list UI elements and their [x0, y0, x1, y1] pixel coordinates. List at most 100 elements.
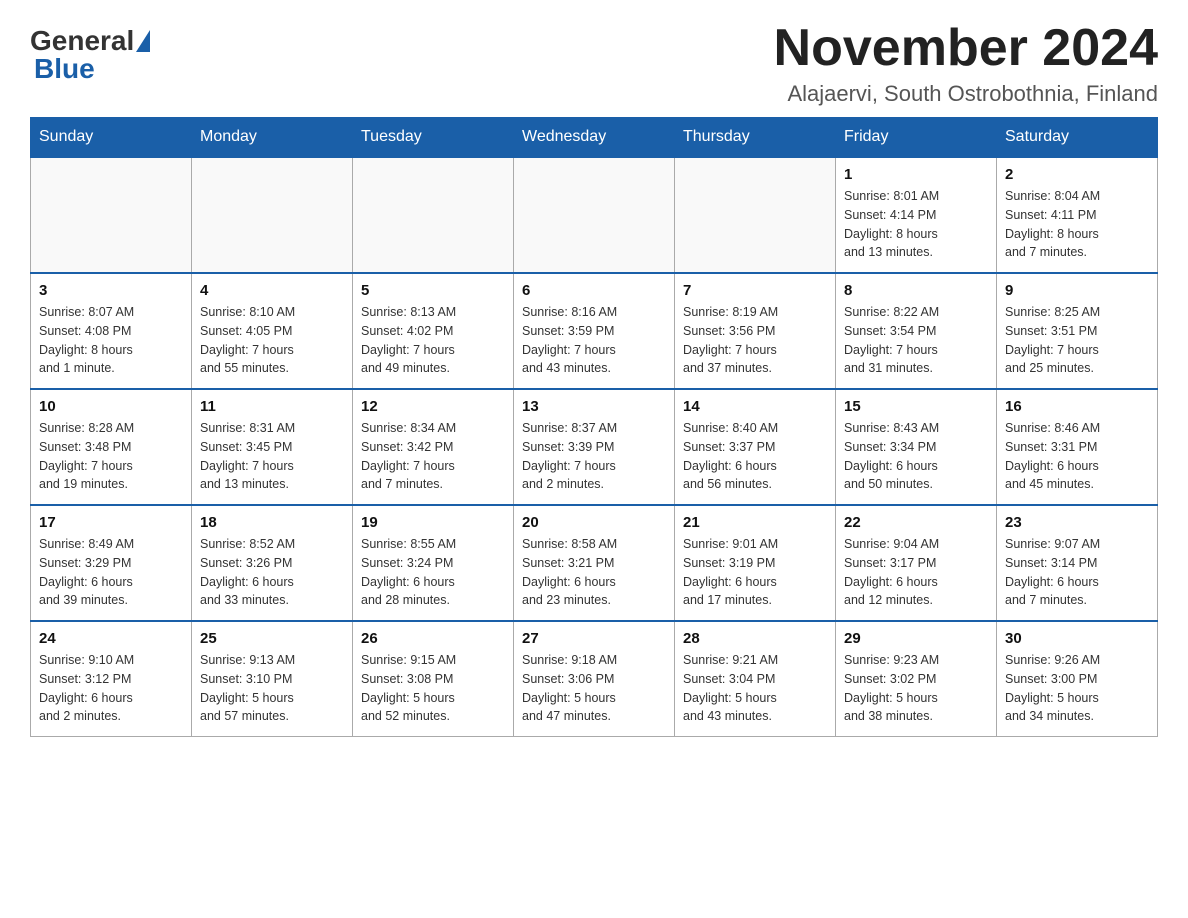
calendar-cell-0-1 — [192, 157, 353, 273]
day-info: Sunrise: 9:10 AMSunset: 3:12 PMDaylight:… — [39, 651, 183, 726]
calendar-subtitle: Alajaervi, South Ostrobothnia, Finland — [774, 81, 1158, 107]
week-row-4: 17 Sunrise: 8:49 AMSunset: 3:29 PMDayligh… — [31, 505, 1158, 621]
calendar-cell-4-0: 24 Sunrise: 9:10 AMSunset: 3:12 PMDayligh… — [31, 621, 192, 737]
day-number: 10 — [39, 398, 183, 415]
logo-blue-text: Blue — [34, 53, 95, 85]
calendar-cell-3-4: 21Sunrise: 9:01 AMSunset: 3:19 PMDayligh… — [675, 505, 836, 621]
day-number: 13 — [522, 398, 666, 415]
week-row-5: 24 Sunrise: 9:10 AMSunset: 3:12 PMDayligh… — [31, 621, 1158, 737]
day-number: 4 — [200, 282, 344, 299]
logo-triangle-icon — [136, 30, 150, 52]
calendar-cell-1-1: 4 Sunrise: 8:10 AMSunset: 4:05 PMDaylight… — [192, 273, 353, 389]
calendar-cell-1-2: 5Sunrise: 8:13 AMSunset: 4:02 PMDaylight… — [353, 273, 514, 389]
calendar-cell-1-6: 9 Sunrise: 8:25 AMSunset: 3:51 PMDaylight… — [997, 273, 1158, 389]
day-info: Sunrise: 8:34 AMSunset: 3:42 PMDaylight:… — [361, 419, 505, 494]
calendar-cell-0-5: 1Sunrise: 8:01 AMSunset: 4:14 PMDaylight… — [836, 157, 997, 273]
day-info: Sunrise: 8:22 AMSunset: 3:54 PMDaylight:… — [844, 303, 988, 378]
week-row-3: 10 Sunrise: 8:28 AMSunset: 3:48 PMDayligh… — [31, 389, 1158, 505]
day-info: Sunrise: 8:31 AMSunset: 3:45 PMDaylight:… — [200, 419, 344, 494]
calendar-cell-3-2: 19 Sunrise: 8:55 AMSunset: 3:24 PMDayligh… — [353, 505, 514, 621]
calendar-header-row: Sunday Monday Tuesday Wednesday Thursday… — [31, 118, 1158, 158]
header-saturday: Saturday — [997, 118, 1158, 158]
calendar-cell-1-4: 7 Sunrise: 8:19 AMSunset: 3:56 PMDaylight… — [675, 273, 836, 389]
calendar-title: November 2024 — [774, 20, 1158, 77]
logo: General Blue — [30, 20, 150, 85]
day-info: Sunrise: 8:52 AMSunset: 3:26 PMDaylight:… — [200, 535, 344, 610]
day-number: 6 — [522, 282, 666, 299]
calendar-cell-0-3 — [514, 157, 675, 273]
day-number: 12 — [361, 398, 505, 415]
day-info: Sunrise: 8:07 AMSunset: 4:08 PMDaylight:… — [39, 303, 183, 378]
calendar-cell-2-3: 13 Sunrise: 8:37 AMSunset: 3:39 PMDayligh… — [514, 389, 675, 505]
day-number: 25 — [200, 630, 344, 647]
header-sunday: Sunday — [31, 118, 192, 158]
day-number: 22 — [844, 514, 988, 531]
title-section: November 2024 Alajaervi, South Ostroboth… — [774, 20, 1158, 107]
day-info: Sunrise: 8:37 AMSunset: 3:39 PMDaylight:… — [522, 419, 666, 494]
day-info: Sunrise: 8:19 AMSunset: 3:56 PMDaylight:… — [683, 303, 827, 378]
calendar-cell-2-2: 12 Sunrise: 8:34 AMSunset: 3:42 PMDayligh… — [353, 389, 514, 505]
day-info: Sunrise: 9:07 AMSunset: 3:14 PMDaylight:… — [1005, 535, 1149, 610]
day-info: Sunrise: 9:15 AMSunset: 3:08 PMDaylight:… — [361, 651, 505, 726]
calendar-cell-4-2: 26 Sunrise: 9:15 AMSunset: 3:08 PMDayligh… — [353, 621, 514, 737]
calendar-cell-4-5: 29 Sunrise: 9:23 AMSunset: 3:02 PMDayligh… — [836, 621, 997, 737]
calendar-cell-3-3: 20 Sunrise: 8:58 AMSunset: 3:21 PMDayligh… — [514, 505, 675, 621]
day-number: 2 — [1005, 166, 1149, 183]
day-number: 5 — [361, 282, 505, 299]
calendar-cell-0-2 — [353, 157, 514, 273]
day-number: 16 — [1005, 398, 1149, 415]
day-info: Sunrise: 8:16 AMSunset: 3:59 PMDaylight:… — [522, 303, 666, 378]
day-number: 17 — [39, 514, 183, 531]
day-number: 28 — [683, 630, 827, 647]
day-info: Sunrise: 9:23 AMSunset: 3:02 PMDaylight:… — [844, 651, 988, 726]
page-header: General Blue November 2024 Alajaervi, So… — [30, 20, 1158, 107]
week-row-1: 1Sunrise: 8:01 AMSunset: 4:14 PMDaylight… — [31, 157, 1158, 273]
day-info: Sunrise: 8:04 AMSunset: 4:11 PMDaylight:… — [1005, 187, 1149, 262]
calendar-cell-1-3: 6 Sunrise: 8:16 AMSunset: 3:59 PMDaylight… — [514, 273, 675, 389]
day-info: Sunrise: 8:55 AMSunset: 3:24 PMDaylight:… — [361, 535, 505, 610]
day-info: Sunrise: 8:40 AMSunset: 3:37 PMDaylight:… — [683, 419, 827, 494]
day-info: Sunrise: 8:58 AMSunset: 3:21 PMDaylight:… — [522, 535, 666, 610]
header-monday: Monday — [192, 118, 353, 158]
day-info: Sunrise: 9:26 AMSunset: 3:00 PMDaylight:… — [1005, 651, 1149, 726]
day-info: Sunrise: 8:01 AMSunset: 4:14 PMDaylight:… — [844, 187, 988, 262]
day-info: Sunrise: 9:01 AMSunset: 3:19 PMDaylight:… — [683, 535, 827, 610]
calendar-cell-3-0: 17 Sunrise: 8:49 AMSunset: 3:29 PMDayligh… — [31, 505, 192, 621]
day-number: 14 — [683, 398, 827, 415]
calendar-cell-2-1: 11 Sunrise: 8:31 AMSunset: 3:45 PMDayligh… — [192, 389, 353, 505]
calendar-cell-2-6: 16 Sunrise: 8:46 AMSunset: 3:31 PMDayligh… — [997, 389, 1158, 505]
calendar-cell-4-3: 27Sunrise: 9:18 AMSunset: 3:06 PMDayligh… — [514, 621, 675, 737]
day-number: 8 — [844, 282, 988, 299]
calendar-cell-3-5: 22 Sunrise: 9:04 AMSunset: 3:17 PMDayligh… — [836, 505, 997, 621]
day-number: 24 — [39, 630, 183, 647]
day-number: 18 — [200, 514, 344, 531]
calendar-cell-2-4: 14 Sunrise: 8:40 AMSunset: 3:37 PMDayligh… — [675, 389, 836, 505]
day-number: 3 — [39, 282, 183, 299]
calendar-cell-1-0: 3 Sunrise: 8:07 AMSunset: 4:08 PMDaylight… — [31, 273, 192, 389]
day-number: 26 — [361, 630, 505, 647]
day-info: Sunrise: 9:21 AMSunset: 3:04 PMDaylight:… — [683, 651, 827, 726]
day-number: 23 — [1005, 514, 1149, 531]
calendar-cell-4-1: 25 Sunrise: 9:13 AMSunset: 3:10 PMDayligh… — [192, 621, 353, 737]
header-tuesday: Tuesday — [353, 118, 514, 158]
day-info: Sunrise: 8:49 AMSunset: 3:29 PMDaylight:… — [39, 535, 183, 610]
day-info: Sunrise: 9:04 AMSunset: 3:17 PMDaylight:… — [844, 535, 988, 610]
day-info: Sunrise: 9:13 AMSunset: 3:10 PMDaylight:… — [200, 651, 344, 726]
day-info: Sunrise: 8:10 AMSunset: 4:05 PMDaylight:… — [200, 303, 344, 378]
day-info: Sunrise: 8:28 AMSunset: 3:48 PMDaylight:… — [39, 419, 183, 494]
day-number: 30 — [1005, 630, 1149, 647]
calendar-table: Sunday Monday Tuesday Wednesday Thursday… — [30, 117, 1158, 737]
day-info: Sunrise: 8:46 AMSunset: 3:31 PMDaylight:… — [1005, 419, 1149, 494]
day-number: 29 — [844, 630, 988, 647]
header-friday: Friday — [836, 118, 997, 158]
header-thursday: Thursday — [675, 118, 836, 158]
day-number: 20 — [522, 514, 666, 531]
day-info: Sunrise: 8:25 AMSunset: 3:51 PMDaylight:… — [1005, 303, 1149, 378]
day-number: 7 — [683, 282, 827, 299]
calendar-cell-1-5: 8 Sunrise: 8:22 AMSunset: 3:54 PMDaylight… — [836, 273, 997, 389]
day-number: 9 — [1005, 282, 1149, 299]
day-number: 11 — [200, 398, 344, 415]
day-number: 19 — [361, 514, 505, 531]
day-info: Sunrise: 9:18 AMSunset: 3:06 PMDaylight:… — [522, 651, 666, 726]
calendar-cell-0-0 — [31, 157, 192, 273]
